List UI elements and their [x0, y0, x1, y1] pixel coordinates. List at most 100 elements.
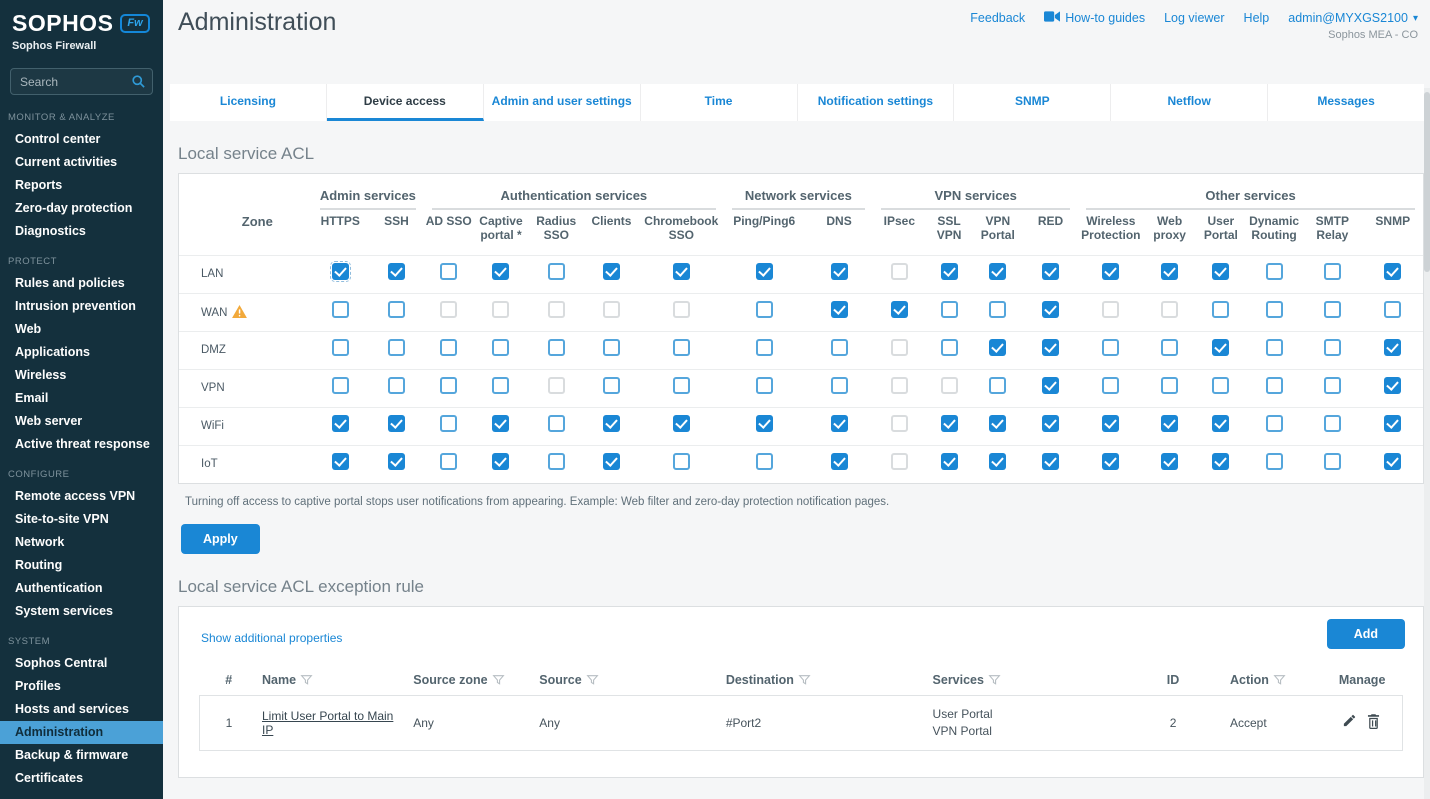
acl-checkbox-wifi-clients[interactable] — [603, 415, 620, 432]
acl-checkbox-wan-dynamic-routing[interactable] — [1266, 301, 1283, 318]
acl-checkbox-dmz-vpn-portal[interactable] — [989, 339, 1006, 356]
top-link-how-to-guides[interactable]: How-to guides — [1044, 11, 1145, 25]
acl-checkbox-lan-captive-portal[interactable] — [492, 263, 509, 280]
sidebar-item-reports[interactable]: Reports — [0, 174, 163, 197]
sidebar-item-applications[interactable]: Applications — [0, 341, 163, 364]
acl-checkbox-iot-user-portal[interactable] — [1212, 453, 1229, 470]
acl-checkbox-wan-user-portal[interactable] — [1212, 301, 1229, 318]
acl-checkbox-lan-radius-sso[interactable] — [548, 263, 565, 280]
sidebar-item-remote-access-vpn[interactable]: Remote access VPN — [0, 485, 163, 508]
acl-checkbox-lan-vpn-portal[interactable] — [989, 263, 1006, 280]
acl-checkbox-iot-web-proxy[interactable] — [1161, 453, 1178, 470]
acl-checkbox-dmz-chromebook-sso[interactable] — [673, 339, 690, 356]
acl-checkbox-wifi-chromebook-sso[interactable] — [673, 415, 690, 432]
tab-snmp[interactable]: SNMP — [954, 84, 1111, 121]
acl-checkbox-dmz-captive-portal[interactable] — [492, 339, 509, 356]
acl-checkbox-lan-https[interactable] — [332, 263, 349, 280]
show-additional-properties-link[interactable]: Show additional properties — [201, 631, 342, 645]
acl-checkbox-lan-ssl-vpn[interactable] — [941, 263, 958, 280]
acl-checkbox-wifi-ping-ping6[interactable] — [756, 415, 773, 432]
filter-icon[interactable] — [984, 673, 1001, 687]
acl-checkbox-wifi-radius-sso[interactable] — [548, 415, 565, 432]
acl-checkbox-iot-ad-sso[interactable] — [440, 453, 457, 470]
acl-checkbox-dmz-web-proxy[interactable] — [1161, 339, 1178, 356]
acl-checkbox-wan-snmp[interactable] — [1384, 301, 1401, 318]
user-menu[interactable]: admin@MYXGS2100▾ — [1288, 11, 1418, 25]
filter-icon[interactable] — [1269, 673, 1286, 687]
acl-checkbox-wifi-snmp[interactable] — [1384, 415, 1401, 432]
acl-checkbox-vpn-ad-sso[interactable] — [440, 377, 457, 394]
acl-checkbox-iot-snmp[interactable] — [1384, 453, 1401, 470]
acl-checkbox-vpn-clients[interactable] — [603, 377, 620, 394]
acl-checkbox-vpn-wireless-protection[interactable] — [1102, 377, 1119, 394]
acl-checkbox-wifi-ad-sso[interactable] — [440, 415, 457, 432]
sidebar-item-administration[interactable]: Administration — [0, 721, 163, 744]
acl-checkbox-wifi-dynamic-routing[interactable] — [1266, 415, 1283, 432]
tab-notification-settings[interactable]: Notification settings — [798, 84, 955, 121]
add-button[interactable]: Add — [1327, 619, 1405, 649]
acl-checkbox-dmz-https[interactable] — [332, 339, 349, 356]
delete-icon[interactable] — [1366, 713, 1381, 732]
acl-checkbox-iot-clients[interactable] — [603, 453, 620, 470]
acl-checkbox-dmz-dynamic-routing[interactable] — [1266, 339, 1283, 356]
acl-checkbox-iot-chromebook-sso[interactable] — [673, 453, 690, 470]
filter-icon[interactable] — [488, 673, 505, 687]
tab-admin-and-user-settings[interactable]: Admin and user settings — [484, 84, 641, 121]
acl-checkbox-wifi-dns[interactable] — [831, 415, 848, 432]
sidebar-item-certificates[interactable]: Certificates — [0, 767, 163, 790]
acl-checkbox-vpn-chromebook-sso[interactable] — [673, 377, 690, 394]
sidebar-item-profiles[interactable]: Profiles — [0, 675, 163, 698]
acl-checkbox-wifi-web-proxy[interactable] — [1161, 415, 1178, 432]
acl-checkbox-lan-wireless-protection[interactable] — [1102, 263, 1119, 280]
sidebar-item-active-threat-response[interactable]: Active threat response — [0, 433, 163, 456]
acl-checkbox-iot-dns[interactable] — [831, 453, 848, 470]
acl-checkbox-iot-ping-ping6[interactable] — [756, 453, 773, 470]
acl-checkbox-vpn-https[interactable] — [332, 377, 349, 394]
sidebar-item-intrusion-prevention[interactable]: Intrusion prevention — [0, 295, 163, 318]
acl-checkbox-wan-https[interactable] — [332, 301, 349, 318]
acl-checkbox-lan-web-proxy[interactable] — [1161, 263, 1178, 280]
acl-checkbox-iot-smtp-relay[interactable] — [1324, 453, 1341, 470]
sidebar-item-email[interactable]: Email — [0, 387, 163, 410]
top-link-feedback[interactable]: Feedback — [970, 11, 1025, 25]
top-link-help[interactable]: Help — [1244, 11, 1270, 25]
sidebar-item-hosts-and-services[interactable]: Hosts and services — [0, 698, 163, 721]
acl-checkbox-dmz-ssl-vpn[interactable] — [941, 339, 958, 356]
acl-checkbox-dmz-snmp[interactable] — [1384, 339, 1401, 356]
acl-checkbox-wifi-ssh[interactable] — [388, 415, 405, 432]
acl-checkbox-dmz-wireless-protection[interactable] — [1102, 339, 1119, 356]
sidebar-item-system-services[interactable]: System services — [0, 600, 163, 623]
acl-checkbox-dmz-user-portal[interactable] — [1212, 339, 1229, 356]
acl-checkbox-dmz-dns[interactable] — [831, 339, 848, 356]
tab-device-access[interactable]: Device access — [327, 84, 484, 121]
sidebar-item-control-center[interactable]: Control center — [0, 128, 163, 151]
acl-checkbox-vpn-user-portal[interactable] — [1212, 377, 1229, 394]
acl-checkbox-iot-captive-portal[interactable] — [492, 453, 509, 470]
acl-checkbox-vpn-ssh[interactable] — [388, 377, 405, 394]
acl-checkbox-vpn-snmp[interactable] — [1384, 377, 1401, 394]
apply-button[interactable]: Apply — [181, 524, 260, 554]
sidebar-item-wireless[interactable]: Wireless — [0, 364, 163, 387]
acl-checkbox-dmz-ping-ping6[interactable] — [756, 339, 773, 356]
acl-checkbox-iot-wireless-protection[interactable] — [1102, 453, 1119, 470]
acl-checkbox-iot-vpn-portal[interactable] — [989, 453, 1006, 470]
filter-icon[interactable] — [296, 673, 313, 687]
sidebar-item-site-to-site-vpn[interactable]: Site-to-site VPN — [0, 508, 163, 531]
acl-checkbox-lan-ping-ping6[interactable] — [756, 263, 773, 280]
acl-checkbox-wan-vpn-portal[interactable] — [989, 301, 1006, 318]
scrollbar-thumb[interactable] — [1424, 92, 1430, 272]
acl-checkbox-lan-smtp-relay[interactable] — [1324, 263, 1341, 280]
acl-checkbox-lan-clients[interactable] — [603, 263, 620, 280]
acl-checkbox-vpn-dynamic-routing[interactable] — [1266, 377, 1283, 394]
sidebar-item-zero-day-protection[interactable]: Zero-day protection — [0, 197, 163, 220]
acl-checkbox-dmz-ssh[interactable] — [388, 339, 405, 356]
acl-checkbox-dmz-ad-sso[interactable] — [440, 339, 457, 356]
acl-checkbox-dmz-clients[interactable] — [603, 339, 620, 356]
acl-checkbox-lan-snmp[interactable] — [1384, 263, 1401, 280]
search-icon[interactable] — [131, 74, 146, 94]
acl-checkbox-vpn-vpn-portal[interactable] — [989, 377, 1006, 394]
acl-checkbox-lan-user-portal[interactable] — [1212, 263, 1229, 280]
acl-checkbox-wan-ssh[interactable] — [388, 301, 405, 318]
acl-checkbox-wifi-red[interactable] — [1042, 415, 1059, 432]
top-link-log-viewer[interactable]: Log viewer — [1164, 11, 1224, 25]
